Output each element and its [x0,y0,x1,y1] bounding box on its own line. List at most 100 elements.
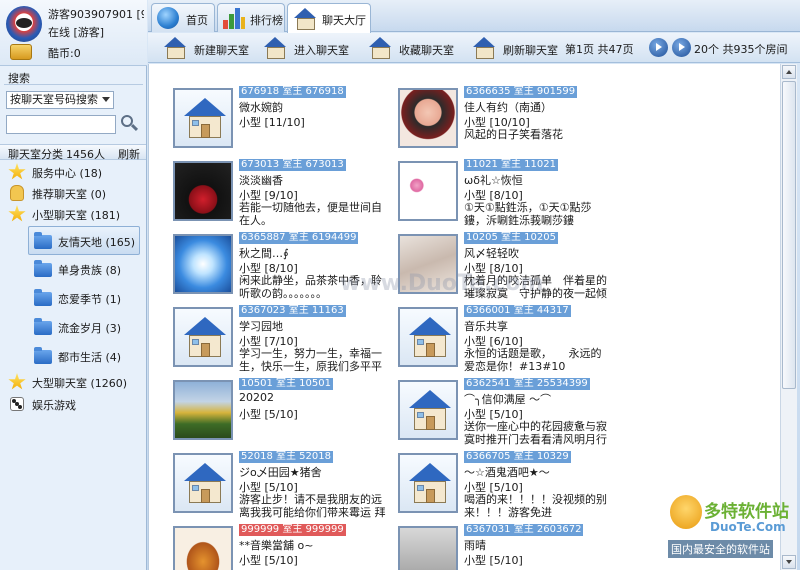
new-room-button[interactable]: 新建聊天室 [164,37,254,59]
favorite-room-button[interactable]: 收藏聊天室 [369,37,459,59]
room-total: 20个 共935个房间 [694,43,788,56]
tab-ranking[interactable]: 排行榜 [217,3,285,32]
search-type-value: 按聊天室号码搜索 [10,93,98,106]
bar-chart-icon [223,8,245,29]
tab-label: 聊天大厅 [322,14,366,27]
room-description: ①天①點鉎泺，①天①點莎鏤，泝唰鉎泺莪唰莎鏤 [464,201,592,227]
room-thumbnail[interactable] [398,161,458,221]
house-icon [264,37,286,59]
room-house-icon[interactable] [398,453,458,513]
room-card[interactable]: 52018 室主 52018 ジο乄田园★猪舍 小型 [5/10] 游客止步！请不是我… [173,451,388,525]
tree-item-recommended[interactable]: 推荐聊天室 (0) [0,182,146,204]
room-thumbnail[interactable] [398,526,458,570]
search-input[interactable] [6,115,116,134]
scroll-up-button[interactable] [782,65,796,79]
room-description: 送你一座心中的花园疲惫与寂寞时推开门去看看清风明月行云流水园 [464,420,607,446]
door [426,343,435,357]
room-thumbnail[interactable] [398,88,458,148]
tab-chat-hall[interactable]: 聊天大厅 [287,3,371,33]
room-description: 学习一生，努力一生，幸福一生，快乐一生，原我们多平平安 [239,347,382,373]
room-name: ωδ礼☆恢恒 [464,174,523,187]
room-house-icon[interactable] [398,380,458,440]
tree-item-love-season[interactable]: 恋爱季节 (1) [0,284,146,313]
prev-page-button[interactable] [649,38,668,57]
refresh-rooms-button[interactable]: 刷新聊天室 [473,37,563,59]
tree-item-service[interactable]: 服务中心 (18) [0,161,146,183]
star-icon [8,373,26,390]
room-card[interactable]: 10501 室主 10501 20202 小型 [5/10] [173,378,388,452]
room-id: 6366001 室主 44317 [464,305,571,317]
room-name: ⌒╮信仰满屋 ～⌒ [464,393,552,406]
watermark-site: DuoTe.Com [710,520,786,534]
hand-icon [10,185,24,201]
enter-room-button[interactable]: 进入聊天室 [264,37,354,59]
tree-item-friendship[interactable]: 友情天地 (165) [28,226,140,255]
room-name: 淡淡幽香 [239,174,283,187]
house-icon [294,8,316,30]
house-icon [184,98,226,138]
star-icon [8,205,26,222]
tree-item-label: 恋爱季节 (1) [58,293,122,306]
roof [184,317,226,335]
tree-item-large-rooms[interactable]: 大型聊天室 (1260) [0,371,146,393]
tree-item-singles[interactable]: 单身贵族 (8) [0,255,146,284]
user-name: 游客903907901 [903907901] [48,8,144,21]
room-card[interactable]: 6362541 室主 25534399 ⌒╮信仰满屋 ～⌒ 小型 [5/10] 送你一… [398,378,613,452]
room-name: 学习园地 [239,320,283,333]
room-description: 风起的日子笑看落花 [464,128,563,141]
tree-item-city-life[interactable]: 都市生活 (4) [0,342,146,371]
button-label: 进入聊天室 [294,44,349,57]
tree-item-label: 娱乐游戏 [32,399,76,412]
tab-bar: 首页 排行榜 聊天大厅 [148,0,800,33]
door [426,416,435,430]
next-page-button[interactable] [672,38,691,57]
room-name: 微水婉韵 [239,101,283,114]
window [192,339,199,345]
search-type-select[interactable]: 按聊天室号码搜索 [6,91,114,109]
room-id: 676918 室主 676918 [239,86,346,98]
room-house-icon[interactable] [173,453,233,513]
room-thumbnail[interactable] [173,380,233,440]
room-name: ジο乄田园★猪舍 [239,466,322,479]
tree-item-small-rooms[interactable]: 小型聊天室 (181) [0,203,146,225]
room-card[interactable]: 999999 室主 999999 **音樂當舖 o~ 小型 [5/10] [173,524,388,570]
house-icon [369,37,391,59]
window [192,120,199,126]
room-house-icon[interactable] [398,307,458,367]
room-thumbnail[interactable] [173,161,233,221]
refresh-link[interactable]: 刷新 [118,146,140,162]
room-name: 20202 [239,391,274,404]
window [417,485,424,491]
tree-item-golden-years[interactable]: 流金岁月 (3) [0,313,146,342]
room-card[interactable]: 6367023 室主 11163 学习园地 小型 [7/10] 学习一生，努力一生，幸… [173,305,388,379]
page-indicator: 第1页 共47页 [565,43,634,56]
tab-home[interactable]: 首页 [151,3,215,32]
room-thumbnail[interactable] [173,234,233,294]
dice-icon [10,397,24,411]
room-card[interactable]: 6366001 室主 44317 音乐共享 小型 [6/10] 永恒的话题是歌， 永远… [398,305,613,379]
room-card[interactable]: 673013 室主 673013 淡淡幽香 小型 [9/10] 若能一切随他去，便是世… [173,159,388,233]
room-card[interactable]: 6366635 室主 901599 佳人有约（南通） 小型 [10/10] 风起的日子… [398,86,613,160]
scroll-thumb[interactable] [782,81,796,389]
user-status[interactable]: 在线 [游客] [48,24,104,40]
roof [184,98,226,116]
user-avatar-icon[interactable] [6,6,42,42]
room-thumbnail[interactable] [173,526,233,570]
folder-icon [34,289,52,306]
folder-icon [34,347,52,364]
room-description [239,128,387,154]
tree-item-games[interactable]: 娱乐游戏 [0,393,146,415]
room-id: 10205 室主 10205 [464,232,558,244]
room-house-icon[interactable] [173,88,233,148]
room-house-icon[interactable] [173,307,233,367]
room-id: 52018 室主 52018 [239,451,333,463]
watermark-slogan: 国内最安全的软件站 [668,540,773,558]
category-title: 聊天室分类 [8,148,63,161]
room-card[interactable]: 676918 室主 676918 微水婉韵 小型 [11/10] [173,86,388,160]
room-card[interactable]: 11021 室主 11021 ωδ礼☆恢恒 小型 [8/10] ①天①點鉎泺，①天①點… [398,159,613,233]
tree-item-label: 小型聊天室 (181) [32,209,121,222]
user-profile: 游客903907901 [903907901] 在线 [游客] 酷币:0 [0,0,147,66]
search-button[interactable] [119,113,139,133]
house-icon [409,463,451,503]
room-id: 6362541 室主 25534399 [464,378,590,390]
